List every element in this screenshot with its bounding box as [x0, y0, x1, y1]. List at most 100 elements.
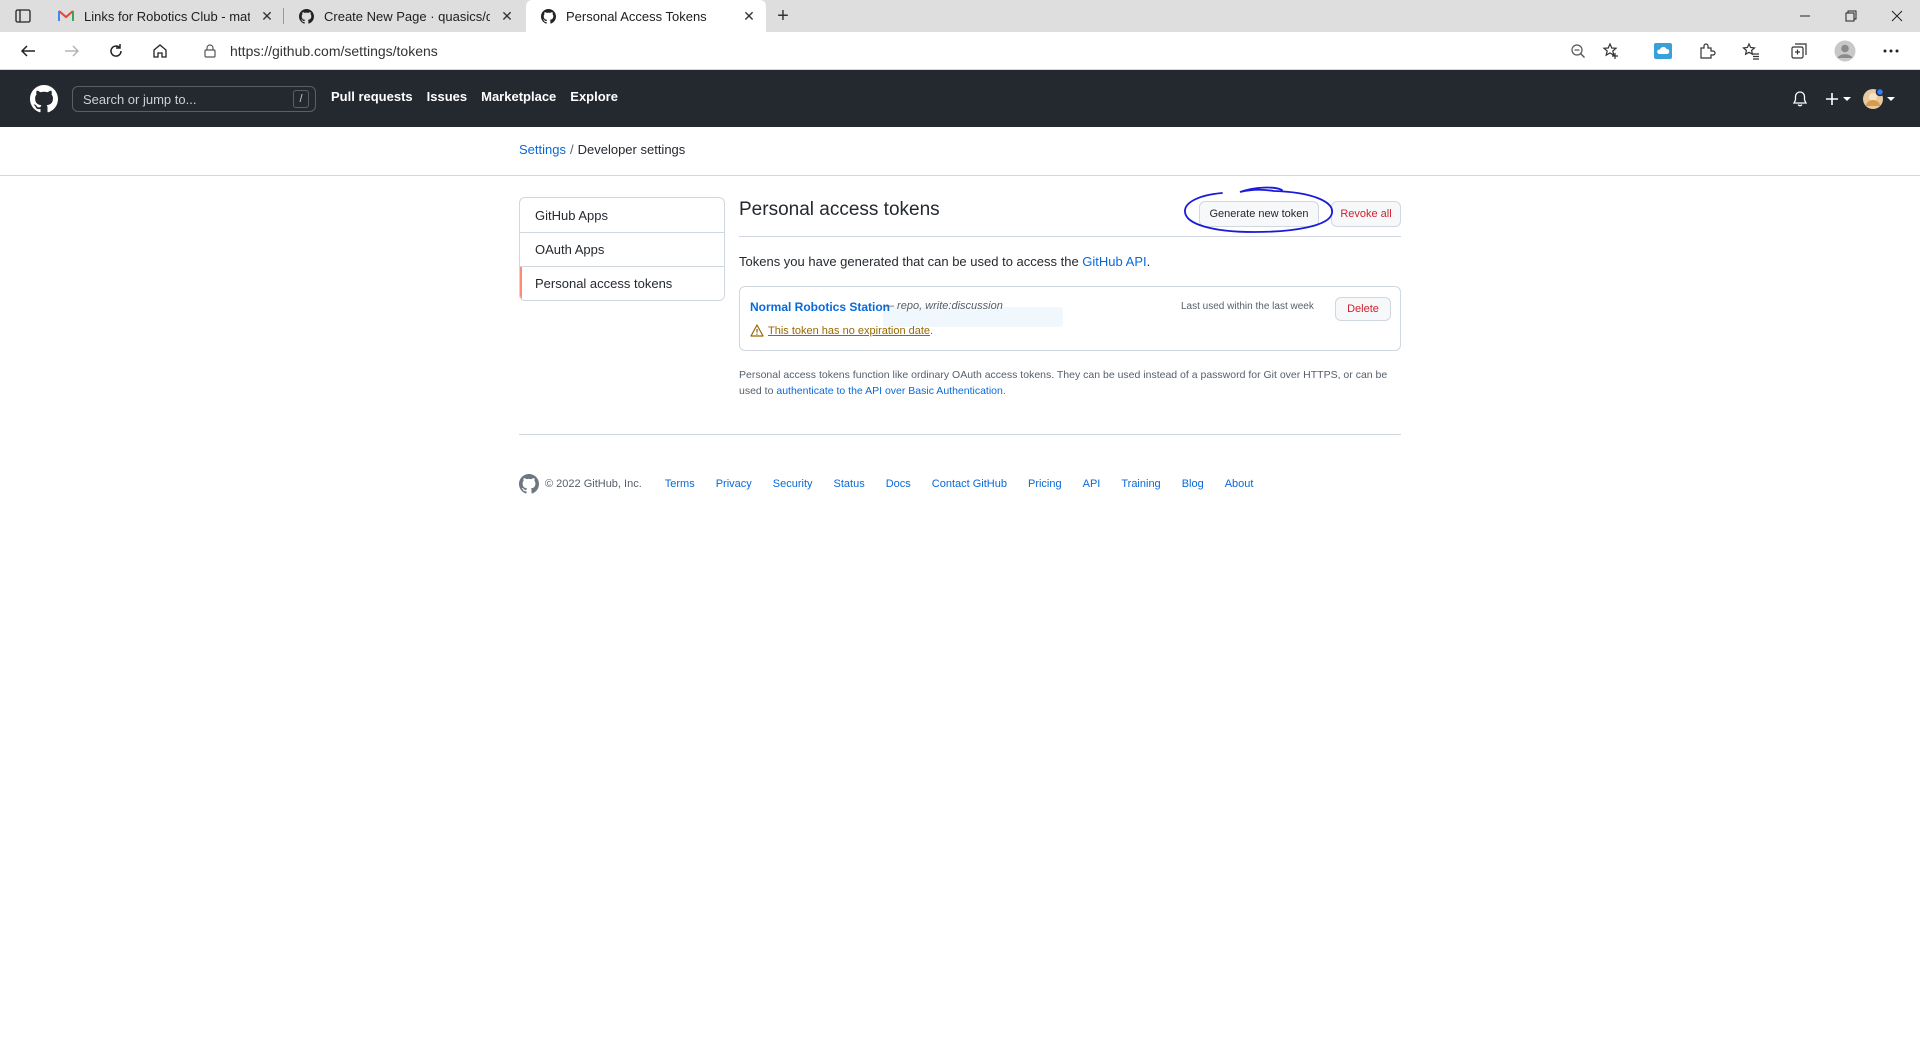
sidebar-item-oauth-apps[interactable]: OAuth Apps [520, 232, 724, 266]
minimize-button[interactable] [1782, 0, 1828, 32]
footer-divider [519, 434, 1401, 435]
refresh-button[interactable] [100, 37, 132, 65]
github-api-link[interactable]: GitHub API [1082, 254, 1146, 269]
basic-auth-link[interactable]: authenticate to the API over Basic Authe… [776, 385, 1002, 397]
generate-new-token-button[interactable]: Generate new token [1199, 201, 1319, 227]
nav-issues[interactable]: Issues [427, 89, 467, 104]
breadcrumb-settings-link[interactable]: Settings [519, 142, 566, 157]
tab-gmail[interactable]: Links for Robotics Club - mat.ba ✕ [44, 0, 284, 32]
plus-icon: + [777, 4, 789, 27]
warning-end: . [930, 324, 934, 337]
token-name-link[interactable]: Normal Robotics Station [750, 300, 890, 314]
profile-avatar-icon[interactable] [1833, 39, 1857, 63]
create-new-dropdown[interactable] [1825, 88, 1851, 110]
breadcrumb-current: Developer settings [577, 142, 686, 157]
delete-token-button[interactable]: Delete [1335, 297, 1391, 321]
notifications-button[interactable] [1792, 88, 1808, 110]
footer-link-privacy[interactable]: Privacy [716, 478, 752, 490]
footer-link-contact[interactable]: Contact GitHub [932, 478, 1007, 490]
sidebar-item-github-apps[interactable]: GitHub Apps [520, 198, 724, 232]
header-nav: Pull requests Issues Marketplace Explore [331, 89, 618, 104]
add-favorite-icon[interactable] [1602, 42, 1620, 65]
chevron-down-icon [1887, 97, 1895, 101]
tab-actions-icon [15, 9, 31, 23]
home-icon [153, 44, 167, 58]
footer-link-status[interactable]: Status [834, 478, 865, 490]
search-shortcut-key: / [293, 90, 309, 108]
nav-marketplace[interactable]: Marketplace [481, 89, 556, 104]
no-expiration-link[interactable]: This token has no expiration date [768, 325, 930, 337]
chevron-down-icon [1843, 97, 1851, 101]
developer-settings-menu: GitHub Apps OAuth Apps Personal access t… [519, 197, 725, 301]
gmail-icon [58, 8, 74, 24]
breadcrumb: Settings / Developer settings [519, 142, 685, 157]
tokens-help-note: Personal access tokens function like ord… [739, 367, 1401, 399]
tab-title: Personal Access Tokens [566, 8, 707, 24]
close-icon [1891, 10, 1903, 22]
more-options-icon[interactable] [1879, 39, 1903, 63]
bell-icon [1792, 91, 1808, 107]
search-placeholder: Search or jump to... [83, 91, 197, 107]
url-text[interactable]: https://github.com/settings/tokens [230, 43, 438, 59]
github-header: Search or jump to... / Pull requests Iss… [0, 70, 1920, 127]
footer-link-training[interactable]: Training [1121, 478, 1160, 490]
tab-personal-access-tokens[interactable]: Personal Access Tokens ✕ [526, 0, 766, 32]
intro-text-body: Tokens you have generated that can be us… [739, 254, 1083, 269]
tab-actions-button[interactable] [10, 6, 36, 26]
user-menu-dropdown[interactable] [1862, 88, 1895, 110]
footer-link-pricing[interactable]: Pricing [1028, 478, 1062, 490]
tab-title: Links for Robotics Club - mat.ba [84, 8, 250, 24]
tab-create-new-page[interactable]: Create New Page · quasics/quasi ✕ [284, 0, 524, 32]
extension-cloud-icon[interactable] [1651, 39, 1675, 63]
breadcrumb-separator: / [569, 142, 574, 157]
revoke-all-button[interactable]: Revoke all [1331, 201, 1401, 227]
nav-pull-requests[interactable]: Pull requests [331, 89, 413, 104]
back-button[interactable] [12, 37, 44, 65]
address-bar[interactable]: https://github.com/settings/tokens [190, 36, 1630, 66]
note-end: . [1002, 385, 1006, 397]
minimize-icon [1800, 15, 1810, 17]
token-list-item: Normal Robotics Station — repo, write:di… [739, 286, 1401, 351]
intro-text-end: . [1146, 254, 1151, 269]
browser-toolbar: https://github.com/settings/tokens [0, 32, 1920, 70]
browser-tab-bar: Links for Robotics Club - mat.ba ✕ Creat… [0, 0, 1920, 32]
new-tab-button[interactable]: + [770, 4, 796, 28]
favorites-icon[interactable] [1739, 39, 1763, 63]
window-close-button[interactable] [1874, 0, 1920, 32]
token-last-used: Last used within the last week [1181, 301, 1314, 312]
footer-link-docs[interactable]: Docs [886, 478, 911, 490]
github-logo-icon[interactable] [30, 85, 58, 113]
footer-link-about[interactable]: About [1225, 478, 1254, 490]
collections-icon[interactable] [1787, 39, 1811, 63]
restore-button[interactable] [1828, 0, 1874, 32]
title-divider [739, 236, 1401, 237]
tab-title: Create New Page · quasics/quasi [324, 8, 490, 24]
token-scopes: — repo, write:discussion [883, 300, 1003, 312]
plus-icon [1826, 93, 1838, 105]
github-icon [298, 8, 314, 24]
extensions-puzzle-icon[interactable] [1695, 39, 1719, 63]
home-button[interactable] [144, 37, 176, 65]
nav-explore[interactable]: Explore [570, 89, 618, 104]
footer-copyright: © 2022 GitHub, Inc. [545, 478, 642, 490]
footer-link-terms[interactable]: Terms [665, 478, 695, 490]
footer-link-blog[interactable]: Blog [1182, 478, 1204, 490]
breadcrumb-bar: Settings / Developer settings [0, 127, 1920, 176]
restore-icon [1845, 10, 1857, 22]
lock-icon[interactable] [204, 44, 216, 58]
footer-link-api[interactable]: API [1083, 478, 1101, 490]
footer: © 2022 GitHub, Inc. Terms Privacy Securi… [519, 474, 1274, 494]
close-icon[interactable]: ✕ [258, 7, 276, 25]
footer-link-security[interactable]: Security [773, 478, 813, 490]
alert-triangle-icon [750, 324, 764, 337]
forward-button[interactable] [56, 37, 88, 65]
search-input[interactable]: Search or jump to... / [72, 86, 316, 112]
forward-arrow-icon [65, 45, 80, 57]
github-logo-icon[interactable] [519, 474, 539, 494]
refresh-icon [110, 44, 122, 57]
close-icon[interactable]: ✕ [498, 7, 516, 25]
page-title: Personal access tokens [739, 199, 940, 220]
zoom-out-icon[interactable] [1570, 43, 1586, 64]
sidebar-item-personal-access-tokens[interactable]: Personal access tokens [520, 266, 724, 300]
close-icon[interactable]: ✕ [740, 7, 758, 25]
